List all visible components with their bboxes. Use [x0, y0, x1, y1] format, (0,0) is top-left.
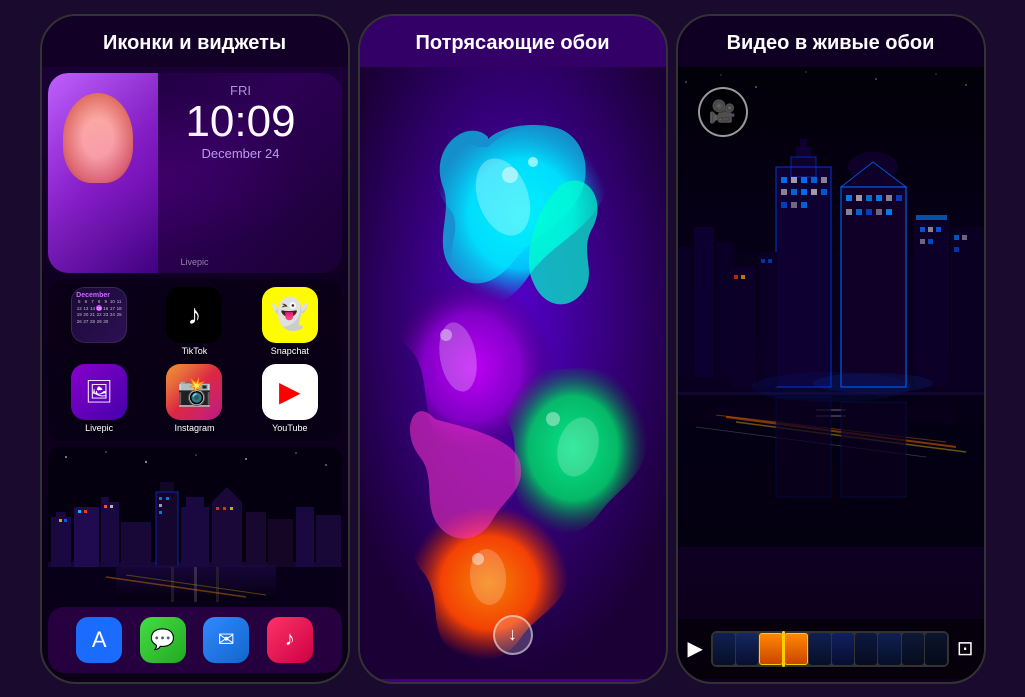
panel3-phone: Видео в живые обои — [676, 14, 986, 684]
thumb-item-selected — [759, 633, 783, 665]
city-night-bg: 🎥 — [678, 67, 984, 547]
cal-cell: 26 — [76, 318, 82, 324]
splash-svg — [360, 67, 666, 679]
snapchat-icon-item[interactable]: 👻 Snapchat — [262, 287, 318, 356]
cal-cell-today: 15 — [96, 305, 102, 311]
panel1-title: Иконки и виджеты — [42, 16, 348, 67]
download-button[interactable]: ↓ — [493, 615, 533, 655]
thumb-item — [736, 633, 758, 665]
city-skyline — [48, 447, 342, 607]
city-svg — [48, 447, 342, 607]
thumb-item — [832, 633, 854, 665]
panel1-phone: Иконки и виджеты FRI 10:09 December 24 L… — [40, 14, 350, 684]
cal-cell: 29 — [96, 318, 102, 324]
play-button[interactable]: ▶ — [688, 636, 703, 661]
lock-date: December 24 — [148, 146, 334, 161]
lock-time: 10:09 — [148, 98, 334, 146]
mail-dock-icon[interactable]: ✉ — [203, 617, 249, 663]
tiktok-icon: ♪ — [166, 287, 222, 343]
export-button[interactable]: ⊡ — [957, 636, 974, 661]
cal-cell: 14 — [89, 305, 95, 311]
music-dock-icon[interactable]: ♪ — [267, 617, 313, 663]
thumb-item — [855, 633, 877, 665]
cal-cell: 21 — [89, 312, 95, 318]
livepic-label: Livepic — [48, 257, 342, 267]
cal-cell: 25 — [116, 312, 122, 318]
instagram-icon-item[interactable]: 📸 Instagram — [166, 364, 222, 433]
cal-cell: 27 — [83, 318, 89, 324]
cal-cell: 20 — [83, 312, 89, 318]
calendar-icon-item: December 5 6 7 8 9 10 11 12 13 — [71, 287, 127, 356]
night-city-svg — [678, 67, 984, 547]
panel2-screen: ↓ — [360, 67, 666, 679]
cal-month: December — [76, 292, 122, 299]
timeline-indicator — [782, 631, 785, 667]
cal-cell: 7 — [89, 299, 95, 305]
messages-dock-icon[interactable]: 💬 — [140, 617, 186, 663]
cal-cell: 28 — [89, 318, 95, 324]
video-controls: ▶ ⊡ — [678, 619, 984, 679]
dock-area: A 💬 ✉ ♪ — [48, 607, 342, 673]
cal-cell: 6 — [83, 299, 89, 305]
youtube-label: YouTube — [272, 423, 307, 433]
appstore-dock-icon[interactable]: A — [76, 617, 122, 663]
panel2-phone: Потрясающие обои — [358, 14, 668, 684]
cal-cell: 12 — [76, 305, 82, 311]
cal-cell: 8 — [96, 299, 102, 305]
tiktok-icon-item[interactable]: ♪ TikTok — [166, 287, 222, 356]
cal-cell: 17 — [109, 305, 115, 311]
cal-cell: 5 — [76, 299, 82, 305]
cal-cell: 11 — [116, 299, 122, 305]
timeline-thumbs — [711, 631, 949, 667]
panel3-title: Видео в живые обои — [678, 16, 984, 67]
thumb-item — [878, 633, 900, 665]
cal-cell: 18 — [116, 305, 122, 311]
instagram-label: Instagram — [174, 423, 214, 433]
snapchat-icon: 👻 — [262, 287, 318, 343]
panel3-screen: 🎥 ▶ — [678, 67, 984, 679]
thumb-item — [809, 633, 831, 665]
calendar-widget: December 5 6 7 8 9 10 11 12 13 — [71, 287, 127, 343]
panel2-title: Потрясающие обои — [360, 16, 666, 67]
home-icons-area: December 5 6 7 8 9 10 11 12 13 — [48, 279, 342, 441]
camera-icon: 🎥 — [709, 99, 736, 125]
thumb-item — [902, 633, 924, 665]
video-timeline[interactable] — [711, 631, 949, 667]
tiktok-label: TikTok — [182, 346, 208, 356]
camera-recording-icon: 🎥 — [698, 87, 748, 137]
cal-cell: 9 — [103, 299, 109, 305]
lock-day: FRI — [148, 83, 334, 98]
snapchat-label: Snapchat — [271, 346, 309, 356]
cal-cell: 10 — [109, 299, 115, 305]
cal-grid: 5 6 7 8 9 10 11 12 13 14 15 — [76, 299, 122, 325]
lock-person-image — [48, 73, 158, 273]
livepic-label2: Livepic — [85, 423, 113, 433]
splash-art: ↓ — [360, 67, 666, 679]
livepic-icon: 🖼 — [71, 364, 127, 420]
panel1-screen: FRI 10:09 December 24 Livepic December — [42, 67, 348, 679]
cal-cell: 23 — [103, 312, 109, 318]
thumb-item — [925, 633, 947, 665]
cal-cell: 22 — [96, 312, 102, 318]
cal-cell: 16 — [103, 305, 109, 311]
livepic-icon-item[interactable]: 🖼 Livepic — [71, 364, 127, 433]
screenshots-container: Иконки и виджеты FRI 10:09 December 24 L… — [0, 0, 1025, 697]
thumb-item — [713, 633, 735, 665]
youtube-icon: ▶ — [262, 364, 318, 420]
lock-screen-widget: FRI 10:09 December 24 Livepic — [48, 73, 342, 273]
cal-cell: 13 — [83, 305, 89, 311]
youtube-icon-item[interactable]: ▶ YouTube — [262, 364, 318, 433]
cal-cell: 24 — [109, 312, 115, 318]
download-icon: ↓ — [508, 624, 517, 645]
cal-cell: 30 — [103, 318, 109, 324]
cal-cell: 19 — [76, 312, 82, 318]
instagram-icon: 📸 — [166, 364, 222, 420]
thumb-item-selected — [784, 633, 808, 665]
